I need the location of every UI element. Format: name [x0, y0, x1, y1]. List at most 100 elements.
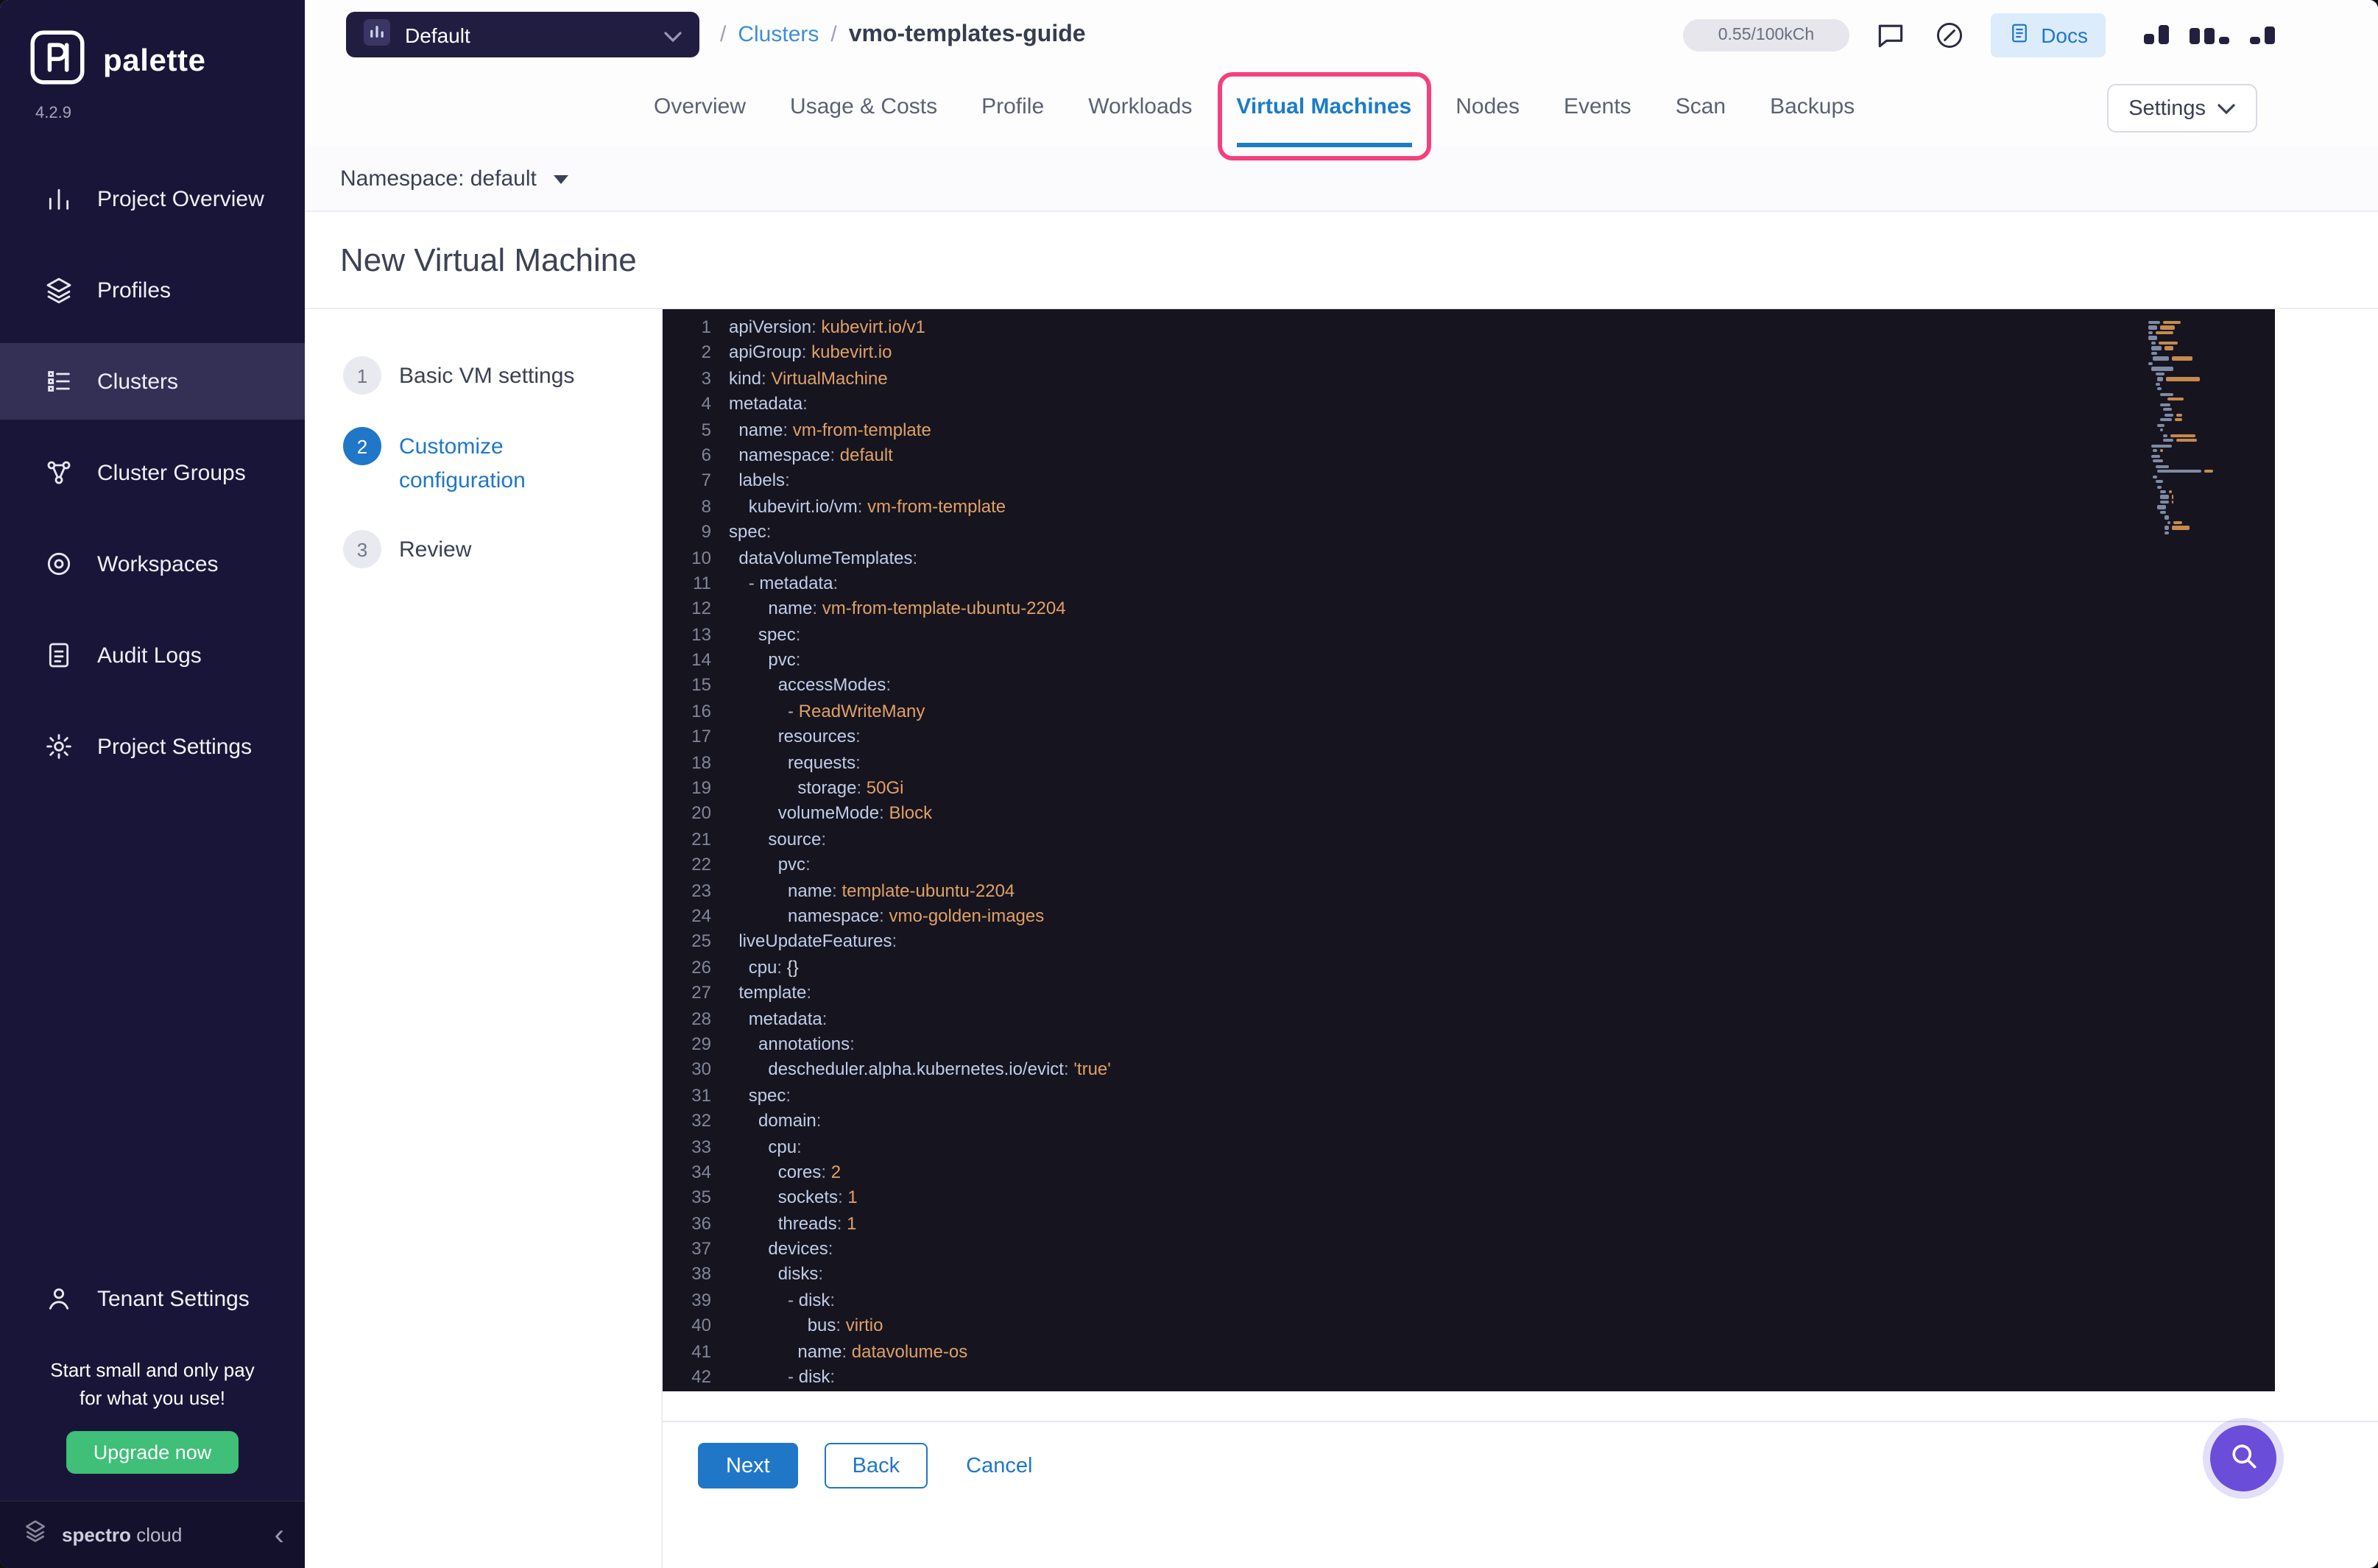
search-fab-button[interactable] — [2210, 1425, 2276, 1491]
tab-backups[interactable]: Backups — [1770, 69, 1855, 147]
line-number: 17 — [691, 726, 711, 747]
line-number: 14 — [691, 649, 711, 671]
tab-profile[interactable]: Profile — [981, 69, 1044, 147]
sidebar-item-tenant-settings[interactable]: Tenant Settings — [0, 1261, 305, 1338]
code-line: 17 resources: — [663, 725, 2275, 751]
code-line: 26 cpu: {} — [663, 956, 2275, 981]
sidebar-item-workspaces[interactable]: Workspaces — [0, 526, 305, 602]
tab-label: Usage & Costs — [790, 93, 938, 119]
sidebar-item-label: Tenant Settings — [97, 1286, 250, 1312]
line-number: 24 — [691, 905, 711, 926]
line-text: namespace: vmo-golden-images — [788, 905, 1045, 926]
step-basic-vm-settings[interactable]: 1 Basic VM settings — [343, 356, 632, 395]
minimap-line — [2148, 475, 2254, 478]
tab-scan[interactable]: Scan — [1676, 69, 1726, 147]
code-line: 7 labels: — [663, 469, 2275, 495]
tab-events[interactable]: Events — [1564, 69, 1631, 147]
code-line: 2 apiGroup: kubevirt.io — [663, 341, 2275, 367]
minimap-line — [2148, 372, 2254, 376]
yaml-editor[interactable]: 1 apiVersion: kubevirt.io/v1 2 apiGroup: ku… — [663, 309, 2275, 1391]
sidebar-nav: Project Overview Profiles Clusters Cluster … — [0, 160, 305, 785]
minimap-line — [2148, 413, 2254, 417]
sidebar-item-cluster-groups[interactable]: Cluster Groups — [0, 434, 305, 511]
code-line: 23 name: template-ubuntu-2204 — [663, 878, 2275, 904]
main-area: Default / Clusters / vmo-templates-guide… — [305, 0, 2378, 1568]
line-text: kubevirt.io/vm: vm-from-template — [748, 495, 1006, 517]
sidebar-bottom: Tenant Settings Start small and only pay… — [0, 1261, 305, 1568]
cancel-button[interactable]: Cancel — [954, 1443, 1044, 1488]
top-bar-right: 0.55/100kCh Docs — [1682, 13, 2275, 57]
code-line: 27 template: — [663, 981, 2275, 1006]
sidebar-item-project-overview[interactable]: Project Overview — [0, 160, 305, 237]
tab-label: Workloads — [1088, 93, 1193, 119]
namespace-selector[interactable]: Namespace: default — [340, 166, 537, 191]
chat-icon[interactable] — [1873, 17, 1908, 52]
code-line: 25 liveUpdateFeatures: — [663, 930, 2275, 956]
minimap-line — [2148, 408, 2254, 412]
sidebar-item-label: Project Overview — [97, 186, 264, 211]
minimap-line — [2148, 382, 2254, 386]
tab-label: Scan — [1675, 93, 1726, 119]
line-text: name: vm-from-template-ubuntu-2204 — [768, 598, 1066, 619]
code-line: 21 source: — [663, 827, 2275, 853]
minimap-line — [2148, 490, 2254, 494]
breadcrumb-clusters-link[interactable]: Clusters — [738, 22, 819, 47]
tab-nodes[interactable]: Nodes — [1456, 69, 1520, 147]
step-number: 3 — [343, 530, 381, 568]
minimap-line — [2148, 361, 2254, 366]
line-number: 42 — [691, 1366, 711, 1388]
back-button[interactable]: Back — [824, 1443, 928, 1488]
sidebar-item-project-settings[interactable]: Project Settings — [0, 708, 305, 785]
minimap-line — [2148, 423, 2254, 427]
cluster-groups-icon — [44, 458, 74, 487]
line-number: 22 — [691, 854, 711, 875]
step-number: 2 — [343, 427, 381, 465]
minimap-line — [2148, 325, 2254, 330]
clusters-icon — [44, 367, 74, 396]
line-text: storage: 50Gi — [797, 777, 904, 799]
line-text: sockets: 1 — [777, 1187, 858, 1208]
line-number: 36 — [691, 1212, 711, 1234]
tab-usage-costs[interactable]: Usage & Costs — [790, 69, 937, 147]
sidebar-item-clusters[interactable]: Clusters — [0, 343, 305, 420]
minimap-line — [2148, 480, 2254, 484]
spectro-cloud-logo-icon — [21, 1516, 50, 1553]
sidebar-item-profiles[interactable]: Profiles — [0, 252, 305, 328]
sidebar-item-audit-logs[interactable]: Audit Logs — [0, 617, 305, 693]
next-button[interactable]: Next — [698, 1443, 798, 1488]
code-line: 34 cores: 2 — [663, 1160, 2275, 1186]
promo-text: Start small and only pay for what you us… — [50, 1359, 255, 1410]
minimap-line — [2148, 495, 2254, 499]
code-line: 19 storage: 50Gi — [663, 776, 2275, 802]
code-line: 28 metadata: — [663, 1006, 2275, 1032]
tab-virtual-machines[interactable]: Virtual Machines — [1217, 69, 1431, 160]
code-line: 1 apiVersion: kubevirt.io/v1 — [663, 315, 2275, 341]
line-text: volumeMode: Block — [777, 802, 933, 824]
minimap-line — [2148, 465, 2254, 468]
minimap-line — [2148, 351, 2254, 356]
caret-down-icon[interactable] — [554, 174, 569, 183]
settings-button[interactable]: Settings — [2106, 84, 2257, 133]
upgrade-button[interactable]: Upgrade now — [66, 1431, 239, 1474]
tab-workloads[interactable]: Workloads — [1088, 69, 1192, 147]
docs-button[interactable]: Docs — [1991, 13, 2106, 57]
code-line: 29 annotations: — [663, 1032, 2275, 1058]
code-line: 5 name: vm-from-template — [663, 417, 2275, 443]
support-icon[interactable] — [1932, 17, 1967, 52]
wizard-stepper: 1 Basic VM settings 2 Customize configurati… — [305, 309, 663, 1568]
project-scope-icon — [364, 19, 390, 50]
tab-overview[interactable]: Overview — [654, 69, 746, 147]
step-customize-configuration[interactable]: 2 Customize configuration — [343, 427, 632, 498]
collapse-sidebar-icon[interactable]: ‹ — [275, 1520, 284, 1550]
minimap-line — [2148, 470, 2254, 473]
editor-minimap[interactable] — [2148, 321, 2254, 537]
line-text: namespace: default — [738, 444, 893, 465]
code-line: 31 spec: — [663, 1083, 2275, 1109]
tab-label: Backups — [1770, 93, 1855, 119]
step-review[interactable]: 3 Review — [343, 530, 632, 568]
project-selector[interactable]: Default — [346, 12, 699, 57]
line-text: domain: — [758, 1110, 822, 1131]
line-number: 20 — [691, 802, 711, 824]
person-icon — [44, 1285, 74, 1314]
code-line: 6 namespace: default — [663, 443, 2275, 469]
